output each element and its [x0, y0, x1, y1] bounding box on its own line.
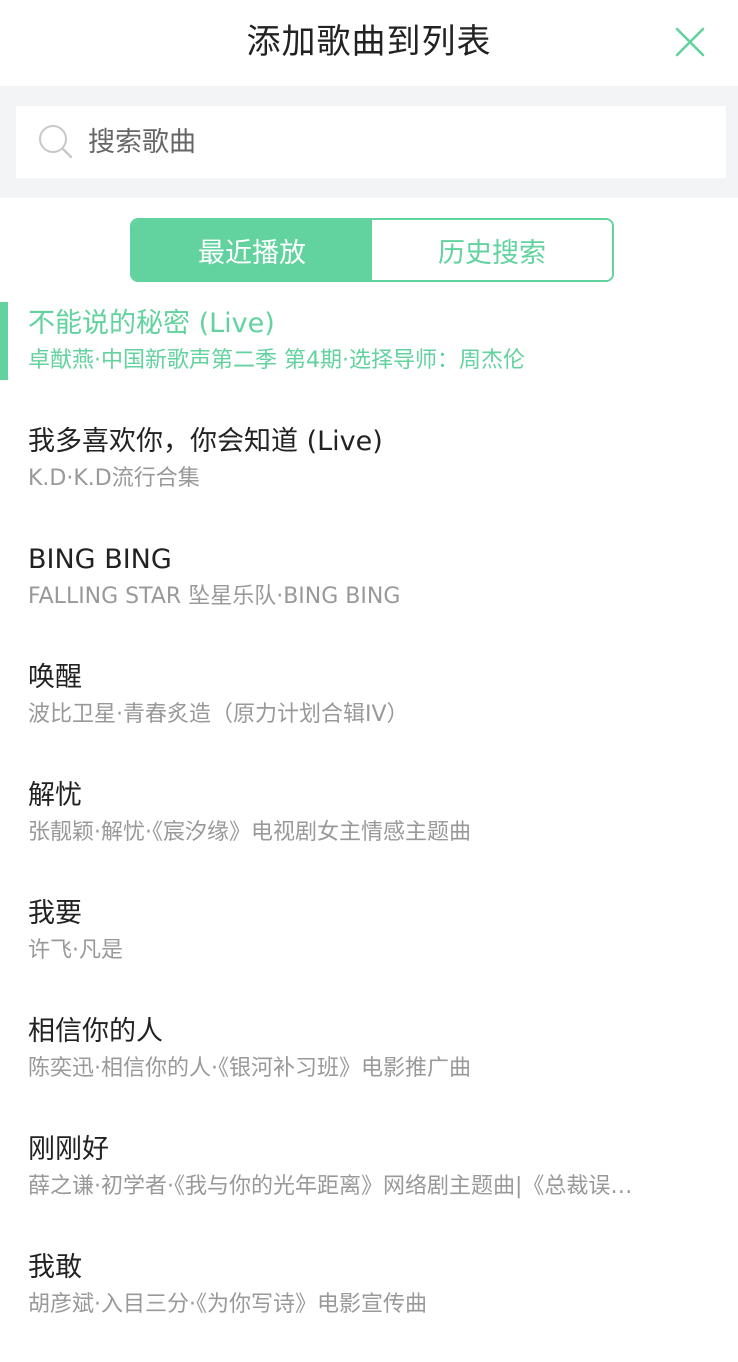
song-subtitle: 陈奕迅·相信你的人·《银河补习班》电影推广曲: [28, 1056, 471, 1081]
song-title: 唤醒: [28, 662, 82, 693]
song-title: 我敢: [28, 1252, 82, 1283]
search-icon: [39, 125, 73, 159]
song-item[interactable]: 唤醒 波比卫星·青春炙造（原力计划合辑IV）: [0, 654, 738, 772]
song-title: 解忧: [28, 780, 82, 811]
header: 添加歌曲到列表: [0, 0, 738, 86]
song-item[interactable]: 刚刚好 薛之谦·初学者·《我与你的光年距离》网络剧主题曲|《总裁误…: [0, 1126, 738, 1244]
song-title: 我多喜欢你，你会知道 (Live): [28, 426, 383, 457]
song-title: 我要: [28, 898, 82, 929]
search-input[interactable]: [86, 111, 726, 173]
song-subtitle: 许飞·凡是: [28, 938, 123, 963]
close-icon: [675, 27, 705, 57]
song-subtitle: FALLING STAR 坠星乐队·BING BING: [28, 584, 401, 609]
tab-recent-play[interactable]: 最近播放: [132, 220, 372, 280]
tab-search-history[interactable]: 历史搜索: [372, 220, 612, 280]
tab-bar: 最近播放 历史搜索: [130, 218, 614, 282]
song-subtitle: 卓猷燕·中国新歌声第二季 第4期·选择导师：周杰伦: [28, 348, 525, 373]
close-button[interactable]: [674, 26, 706, 58]
song-item[interactable]: BING BING FALLING STAR 坠星乐队·BING BING: [0, 536, 738, 654]
song-title: 不能说的秘密 (Live): [28, 308, 275, 339]
song-subtitle: K.D·K.D流行合集: [28, 466, 200, 491]
song-list: 不能说的秘密 (Live) 卓猷燕·中国新歌声第二季 第4期·选择导师：周杰伦 …: [0, 300, 738, 1362]
now-playing-indicator: [0, 302, 8, 380]
song-subtitle: 胡彦斌·入目三分·《为你写诗》电影宣传曲: [28, 1292, 427, 1317]
song-subtitle: 波比卫星·青春炙造（原力计划合辑IV）: [28, 702, 409, 727]
page-title: 添加歌曲到列表: [246, 22, 492, 62]
search-bar: [0, 86, 738, 198]
song-item[interactable]: 我要 许飞·凡是: [0, 890, 738, 1008]
song-subtitle: 张靓颖·解忧·《宸汐缘》电视剧女主情感主题曲: [28, 820, 471, 845]
song-item[interactable]: 我敢 胡彦斌·入目三分·《为你写诗》电影宣传曲: [0, 1244, 738, 1362]
search-box[interactable]: [16, 106, 726, 178]
song-subtitle: 薛之谦·初学者·《我与你的光年距离》网络剧主题曲|《总裁误…: [28, 1174, 633, 1199]
song-item[interactable]: 解忧 张靓颖·解忧·《宸汐缘》电视剧女主情感主题曲: [0, 772, 738, 890]
song-item[interactable]: 相信你的人 陈奕迅·相信你的人·《银河补习班》电影推广曲: [0, 1008, 738, 1126]
song-item[interactable]: 我多喜欢你，你会知道 (Live) K.D·K.D流行合集: [0, 418, 738, 536]
song-title: BING BING: [28, 544, 172, 575]
song-title: 刚刚好: [28, 1134, 109, 1165]
song-item-playing[interactable]: 不能说的秘密 (Live) 卓猷燕·中国新歌声第二季 第4期·选择导师：周杰伦: [0, 300, 738, 418]
song-title: 相信你的人: [28, 1016, 163, 1047]
